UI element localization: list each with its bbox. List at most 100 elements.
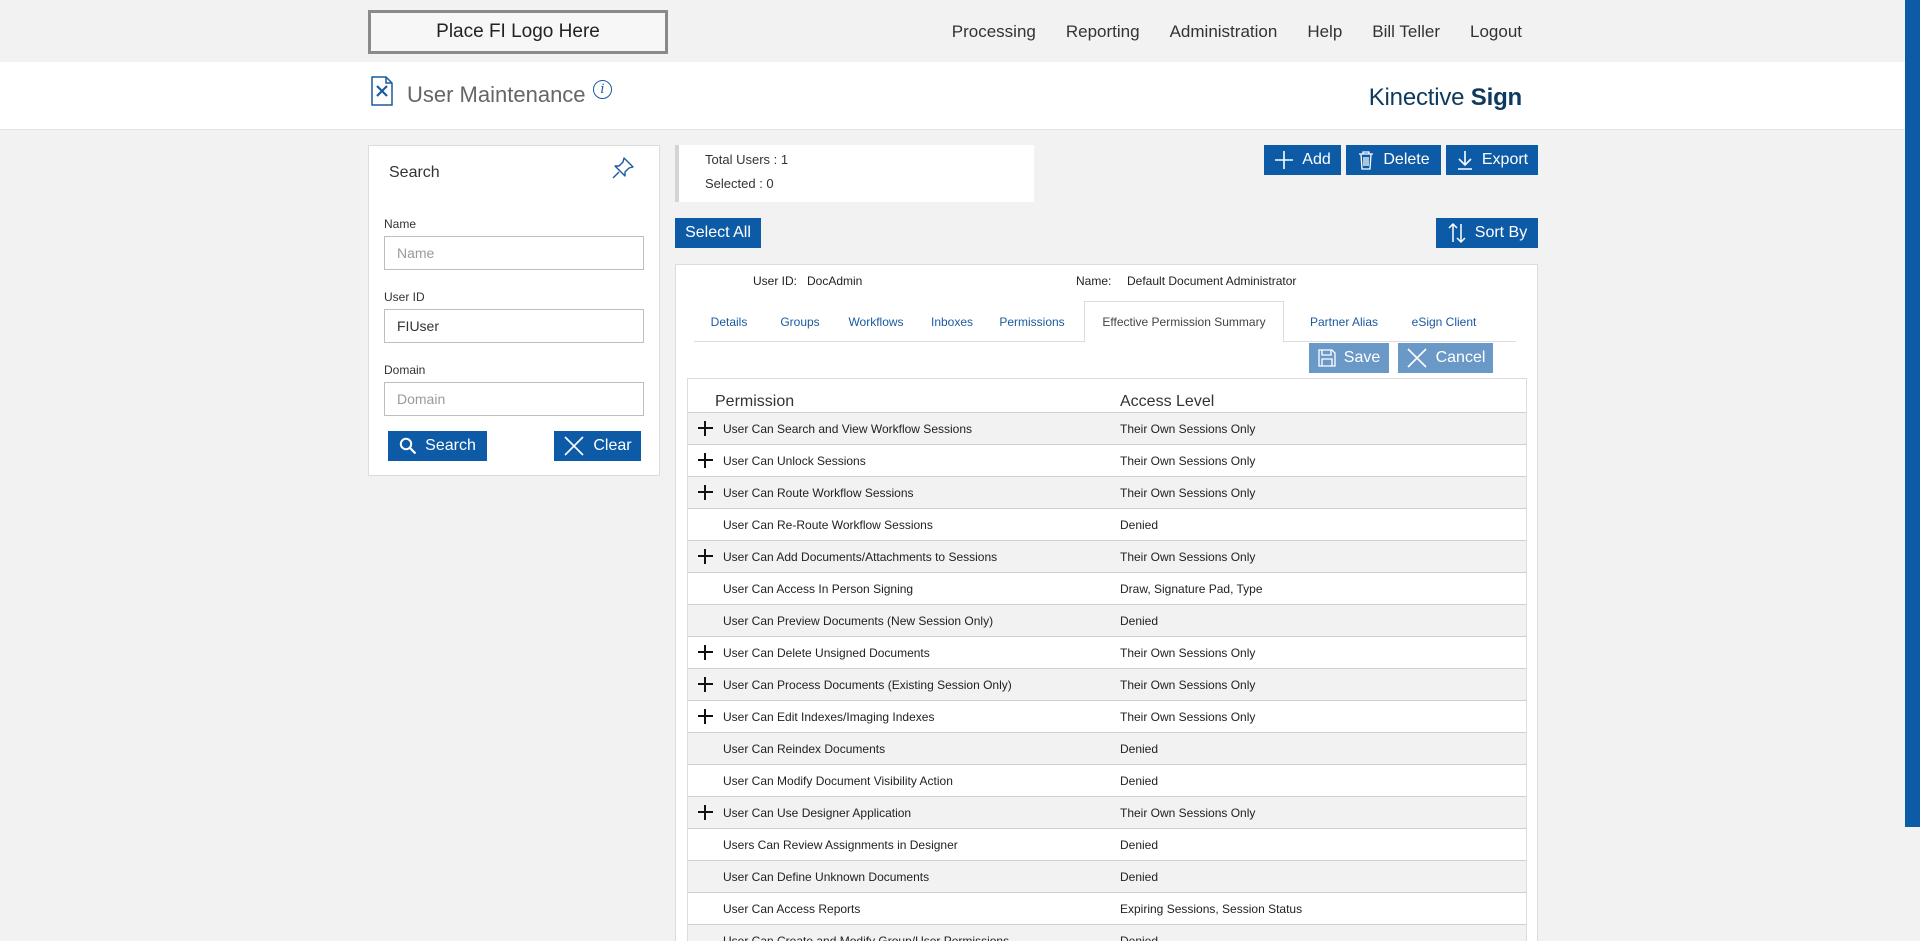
expand-plus-icon[interactable] — [698, 645, 713, 660]
permission-row: User Can Reindex Documents Denied — [688, 732, 1526, 764]
permission-name: User Can Unlock Sessions — [723, 453, 866, 468]
sort-icon — [1448, 222, 1466, 244]
delete-button-label: Delete — [1383, 151, 1430, 168]
top-bar: Place FI Logo Here Processing Reporting … — [0, 0, 1905, 62]
permission-row: User Can Modify Document Visibility Acti… — [688, 764, 1526, 796]
tab-workflows[interactable]: Workflows — [836, 301, 916, 342]
access-level: Denied — [1120, 933, 1159, 941]
user-name-field-label: Name: — [1076, 274, 1112, 288]
permission-row[interactable]: User Can Use Designer Application Their O… — [688, 796, 1526, 828]
permission-name: User Can Use Designer Application — [723, 805, 912, 820]
permission-row: Users Can Review Assignments in Designer… — [688, 828, 1526, 860]
expand-plus-icon[interactable] — [698, 709, 713, 724]
user-detail-card: User ID: DocAdmin Name: Default Document… — [675, 264, 1538, 941]
permission-row[interactable]: User Can Search and View Workflow Sessio… — [688, 412, 1526, 444]
permission-name: User Can Access Reports — [723, 901, 861, 916]
search-icon — [399, 437, 417, 455]
permission-name: User Can Preview Documents (New Session … — [723, 613, 994, 628]
nav-processing[interactable]: Processing — [952, 22, 1036, 42]
access-level: Their Own Sessions Only — [1120, 645, 1256, 660]
permission-row[interactable]: User Can Add Documents/Attachments to Se… — [688, 540, 1526, 572]
permission-row[interactable]: User Can Route Workflow Sessions Their Ow… — [688, 476, 1526, 508]
tab-inboxes[interactable]: Inboxes — [916, 301, 988, 342]
info-icon[interactable]: i — [593, 80, 612, 99]
nav-administration[interactable]: Administration — [1170, 22, 1278, 42]
tab-esign-client[interactable]: eSign Client — [1396, 301, 1492, 342]
brand-logo: Kinective Sign — [1369, 84, 1522, 112]
export-button-label: Export — [1481, 151, 1529, 168]
search-panel-title: Search — [389, 164, 440, 181]
domain-input[interactable] — [384, 382, 644, 416]
total-users: Total Users : 1 — [705, 152, 789, 167]
nav-logout[interactable]: Logout — [1470, 22, 1522, 42]
pin-icon[interactable] — [609, 154, 637, 182]
tab-details[interactable]: Details — [694, 301, 764, 342]
nav-help[interactable]: Help — [1307, 22, 1342, 42]
select-all-button[interactable]: Select All — [675, 218, 761, 248]
user-id-label: User ID — [384, 290, 425, 304]
access-level: Their Own Sessions Only — [1120, 453, 1256, 468]
permission-row[interactable]: User Can Unlock Sessions Their Own Sessio… — [688, 444, 1526, 476]
search-button[interactable]: Search — [388, 431, 487, 461]
permission-row[interactable]: User Can Delete Unsigned Documents Their … — [688, 636, 1526, 668]
nav-reporting[interactable]: Reporting — [1066, 22, 1140, 42]
access-level: Their Own Sessions Only — [1120, 549, 1256, 564]
permission-row: User Can Preview Documents (New Session … — [688, 604, 1526, 636]
expand-plus-icon[interactable] — [698, 805, 713, 820]
permission-name: User Can Search and View Workflow Sessio… — [723, 421, 972, 436]
permission-row[interactable]: User Can Edit Indexes/Imaging Indexes The… — [688, 700, 1526, 732]
access-level: Their Own Sessions Only — [1120, 805, 1256, 820]
clear-button-label: Clear — [593, 437, 632, 454]
download-icon — [1457, 151, 1472, 170]
user-name-value: Default Document Administrator — [1127, 274, 1297, 288]
tab-groups[interactable]: Groups — [764, 301, 836, 342]
permission-row: User Can Create and Modify Group/User Pe… — [688, 924, 1526, 941]
expand-plus-icon[interactable] — [698, 677, 713, 692]
expand-plus-icon[interactable] — [698, 485, 713, 500]
permission-name: Users Can Review Assignments in Designer — [723, 837, 958, 852]
trash-icon — [1359, 151, 1374, 170]
user-id-input[interactable] — [384, 309, 644, 343]
permission-name: User Can Create and Modify Group/User Pe… — [723, 933, 1010, 941]
user-id-value: DocAdmin — [807, 274, 863, 288]
user-maintenance-icon — [371, 76, 393, 106]
access-level: Denied — [1120, 869, 1159, 884]
expand-plus-icon[interactable] — [698, 549, 713, 564]
tab-effective-permission-summary[interactable]: Effective Permission Summary — [1084, 301, 1284, 343]
search-button-label: Search — [425, 437, 476, 454]
expand-plus-icon[interactable] — [698, 421, 713, 436]
name-input[interactable] — [384, 236, 644, 270]
add-button[interactable]: Add — [1264, 145, 1341, 175]
plus-icon — [1275, 151, 1294, 169]
tab-permissions[interactable]: Permissions — [988, 301, 1076, 342]
save-button[interactable]: Save — [1309, 343, 1389, 373]
permission-row: User Can Re-Route Workflow Sessions Denie… — [688, 508, 1526, 540]
nav-user-name[interactable]: Bill Teller — [1372, 22, 1440, 42]
page-title: User Maintenance — [407, 82, 586, 107]
fi-logo-placeholder: Place FI Logo Here — [368, 10, 668, 54]
user-id-field-label: User ID: — [753, 274, 798, 288]
page-scrollbar[interactable] — [1905, 0, 1920, 827]
access-level: Their Own Sessions Only — [1120, 421, 1256, 436]
permission-row[interactable]: User Can Process Documents (Existing Ses… — [688, 668, 1526, 700]
permission-row: User Can Access Reports Expiring Sessions… — [688, 892, 1526, 924]
sort-by-button[interactable]: Sort By — [1436, 218, 1538, 248]
access-level: Denied — [1120, 517, 1159, 532]
cancel-button[interactable]: Cancel — [1398, 343, 1493, 373]
permission-name: User Can Route Workflow Sessions — [723, 485, 914, 500]
permission-row: User Can Define Unknown Documents Denied — [688, 860, 1526, 892]
close-icon — [564, 436, 584, 456]
export-button[interactable]: Export — [1446, 145, 1538, 175]
permission-name: User Can Reindex Documents — [723, 741, 886, 756]
permission-name: User Can Delete Unsigned Documents — [723, 645, 930, 660]
tab-partner-alias[interactable]: Partner Alias — [1292, 301, 1396, 342]
permission-row: User Can Access In Person Signing Draw, S… — [688, 572, 1526, 604]
access-level: Denied — [1120, 773, 1159, 788]
access-level: Denied — [1120, 613, 1159, 628]
clear-button[interactable]: Clear — [554, 431, 641, 461]
expand-plus-icon[interactable] — [698, 453, 713, 468]
column-header-access-level: Access Level — [1120, 393, 1215, 410]
delete-button[interactable]: Delete — [1346, 145, 1441, 175]
access-level: Denied — [1120, 837, 1159, 852]
sort-by-label: Sort By — [1474, 224, 1528, 241]
